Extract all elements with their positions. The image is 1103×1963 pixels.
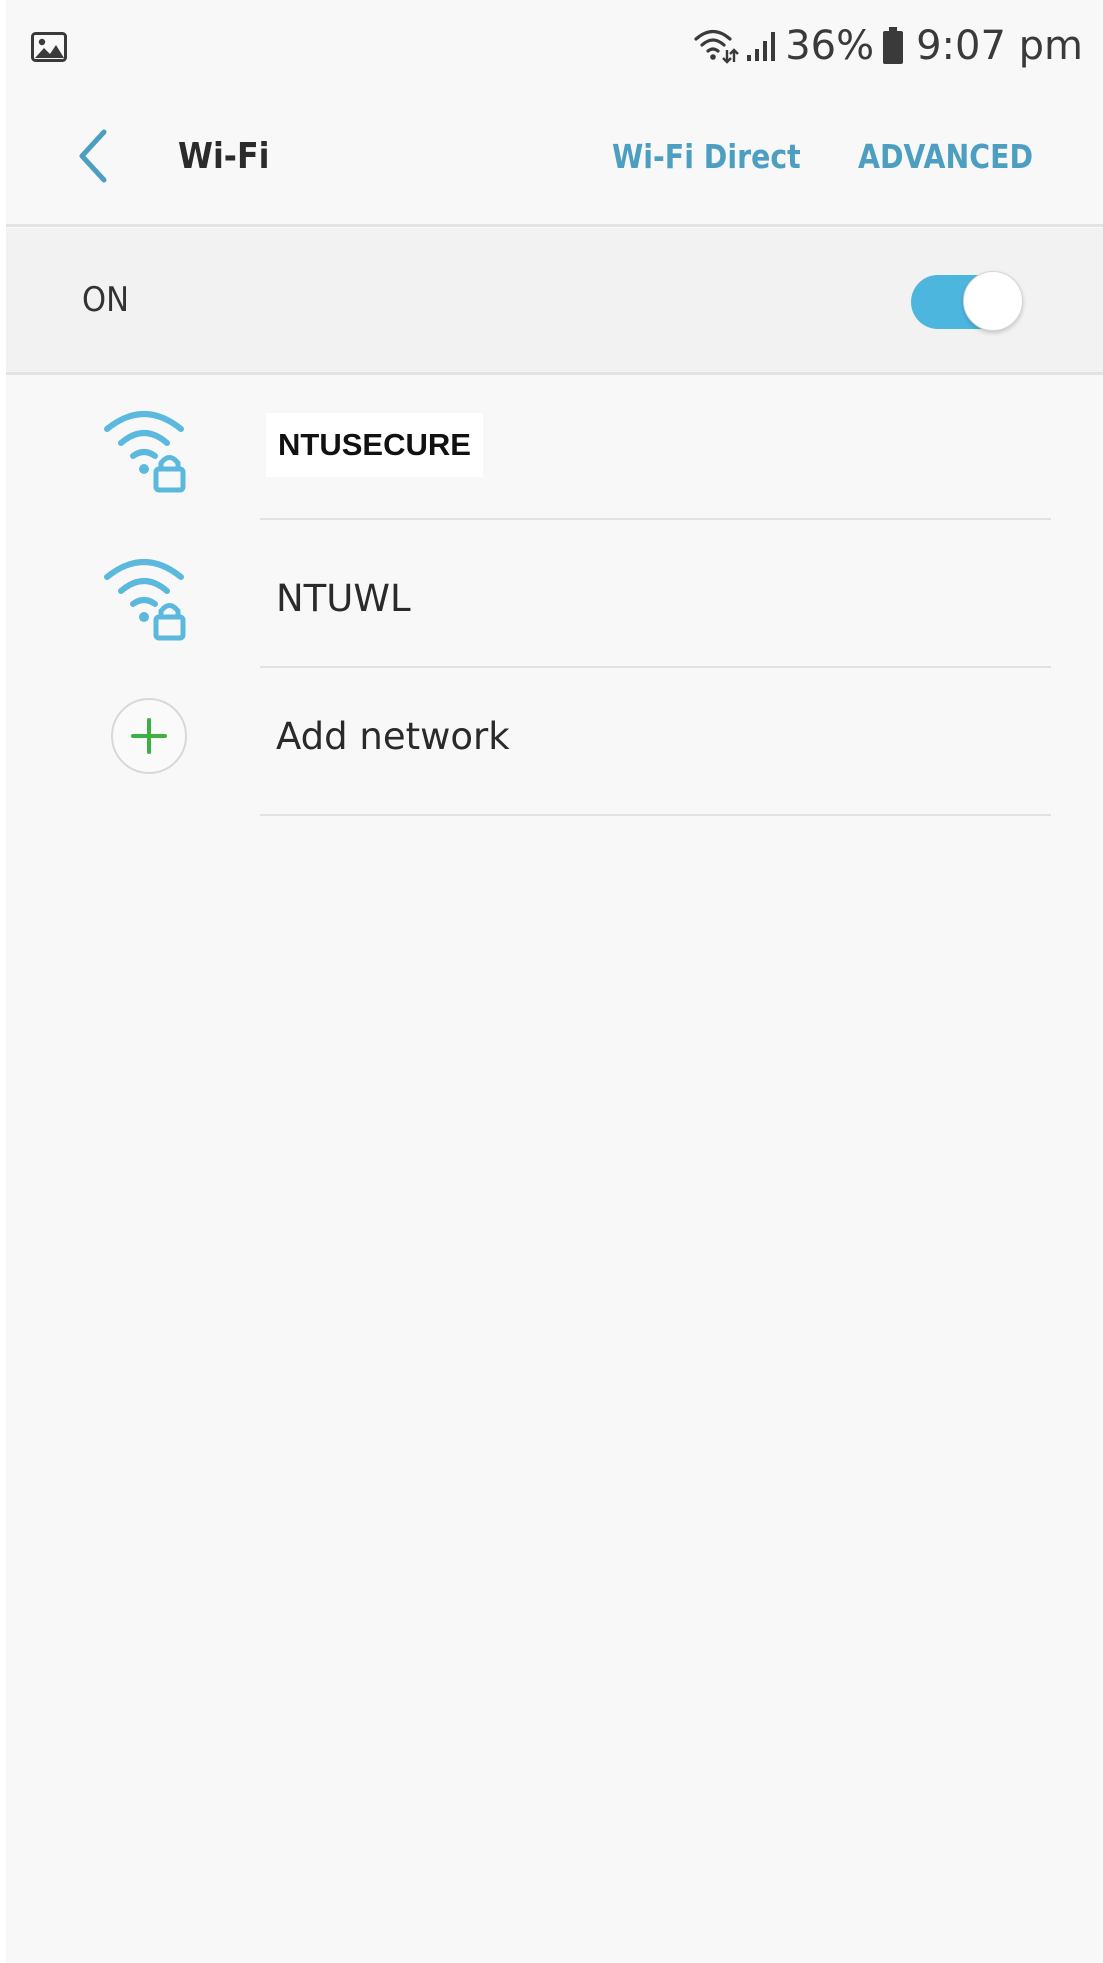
back-button[interactable] (64, 126, 120, 186)
advanced-button[interactable]: ADVANCED (858, 132, 1033, 182)
list-divider (260, 814, 1051, 816)
wifi-settings-screen: 36% 9:07 pm Wi-Fi Wi-Fi Direct ADVANCED … (6, 0, 1103, 1963)
wifi-locked-icon (94, 541, 204, 651)
gallery-icon (31, 32, 67, 62)
add-network-item[interactable]: Add network (6, 671, 1103, 816)
cellular-signal-icon (747, 32, 776, 61)
status-indicators: 36% 9:07 pm (693, 20, 1083, 72)
app-bar: Wi-Fi Wi-Fi Direct ADVANCED (6, 92, 1103, 224)
plus-icon (94, 681, 204, 791)
wifi-master-switch-row[interactable]: ON (6, 228, 1103, 372)
clock: 9:07 pm (916, 23, 1083, 69)
toggle-thumb (963, 271, 1023, 331)
wifi-data-activity-icon (694, 29, 740, 64)
battery-icon (883, 27, 904, 64)
wifi-toggle[interactable] (911, 271, 1025, 333)
add-circle (111, 698, 187, 774)
wifi-locked-icon (94, 393, 204, 503)
list-divider (260, 666, 1051, 668)
list-divider (260, 518, 1051, 520)
status-bar: 36% 9:07 pm (6, 0, 1103, 90)
app-bar-divider (6, 224, 1103, 227)
switch-state-label: ON (82, 280, 129, 320)
network-item[interactable]: NTUWL (6, 523, 1103, 668)
add-network-label: Add network (276, 715, 510, 758)
chevron-left-icon (79, 129, 107, 183)
network-item[interactable]: NTUSECURE (6, 375, 1103, 520)
network-ssid: NTUWL (276, 577, 411, 620)
wifi-direct-button[interactable]: Wi-Fi Direct (612, 132, 801, 182)
page-title: Wi-Fi (178, 136, 270, 177)
battery-percent: 36% (785, 23, 875, 69)
network-ssid: NTUSECURE (266, 413, 483, 477)
